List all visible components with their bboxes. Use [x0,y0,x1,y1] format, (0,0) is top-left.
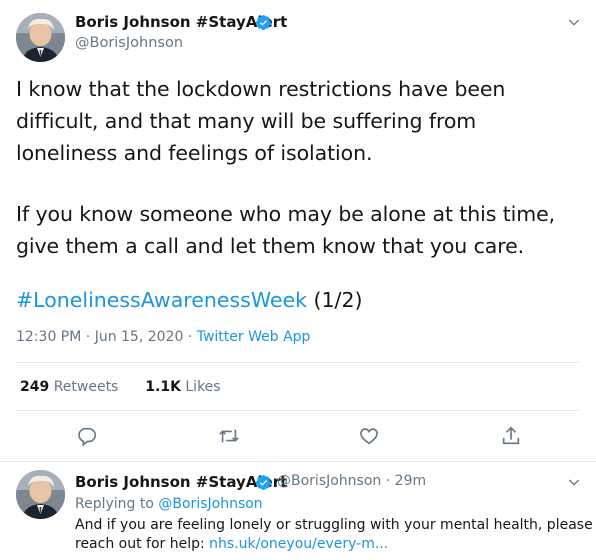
reply-author-avatar[interactable] [16,470,65,519]
tweet-time[interactable]: 12:30 PM [16,329,81,345]
divider [16,362,580,363]
reply-text-line-2: reach out for help: nhs.uk/oneyou/every-… [75,535,388,554]
author-avatar[interactable] [16,13,65,62]
reply-meta: @BorisJohnson · 29m [277,473,426,489]
tweet-stats: 249 Retweets 1.1K Likes [20,379,221,395]
replying-to: Replying to @BorisJohnson [75,495,263,514]
replying-to-handle[interactable]: @BorisJohnson [158,496,262,512]
retweets-stat[interactable]: 249 Retweets [20,379,118,395]
hashtag-link[interactable]: #LonelinessAwarenessWeek [16,288,307,312]
author-handle[interactable]: @BorisJohnson [75,35,183,51]
replying-to-label: Replying to [75,496,154,512]
likes-count: 1.1K [145,379,181,395]
reply-time-ago[interactable]: 29m [395,473,426,489]
hashtag-line: #LonelinessAwarenessWeek (1/2) [16,284,363,316]
reply-text-line-1: And if you are feeling lonely or struggl… [75,517,593,533]
divider [0,461,596,462]
share-icon[interactable] [500,425,524,449]
tweet-paragraph-2: If you know someone who may be alone at … [16,202,556,258]
likes-label: Likes [185,379,221,395]
retweets-count: 249 [20,379,50,395]
tweet-source[interactable]: Twitter Web App [197,329,311,345]
meta-separator: · [381,473,395,489]
tweet-meta: 12:30 PM · Jun 15, 2020 · Twitter Web Ap… [16,329,310,345]
retweets-label: Retweets [53,379,119,395]
verified-badge-icon [255,14,272,35]
reply-icon[interactable] [76,425,100,449]
reply-text-prefix: reach out for help: [75,536,205,552]
heart-icon[interactable] [358,425,382,449]
divider [16,410,580,411]
reply-link[interactable]: nhs.uk/oneyou/every-m... [209,536,388,552]
reply-author-handle[interactable]: @BorisJohnson [277,473,381,489]
thread-marker: (1/2) [313,288,363,312]
retweet-icon[interactable] [218,425,242,449]
verified-badge-icon [255,474,272,495]
chevron-down-icon[interactable] [566,474,582,494]
meta-separator: · [85,329,95,345]
tweet-paragraph-1: I know that the lockdown restrictions ha… [16,77,506,165]
likes-stat[interactable]: 1.1K Likes [145,379,220,395]
tweet-date[interactable]: Jun 15, 2020 [95,329,184,345]
chevron-down-icon[interactable] [566,14,582,34]
meta-separator: · [187,329,197,345]
